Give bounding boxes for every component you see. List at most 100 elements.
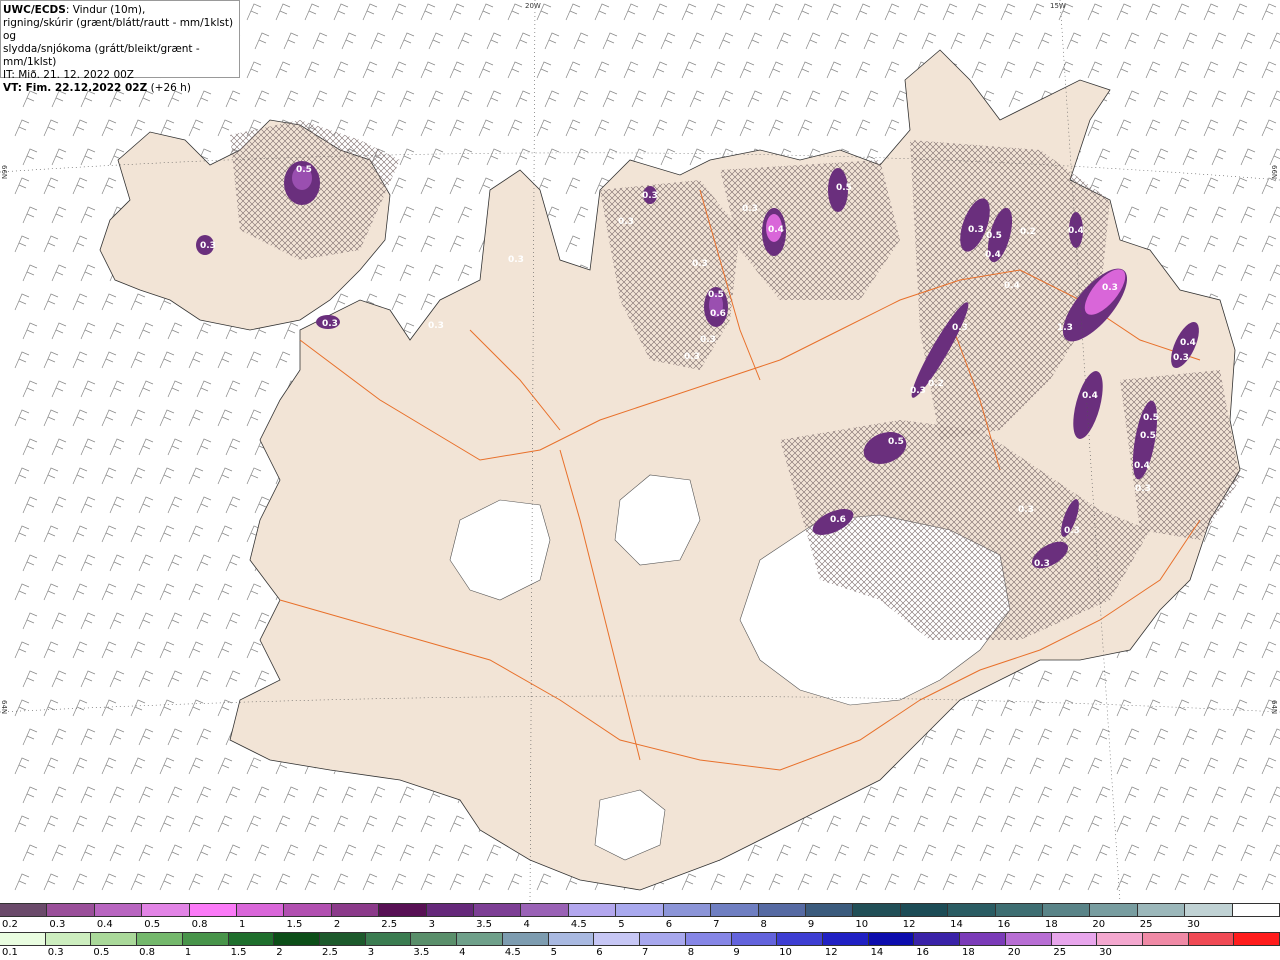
snow-value-label: 0.3	[428, 321, 444, 331]
colorbar-swatch	[568, 904, 617, 916]
colorbar-swatch	[1097, 933, 1143, 945]
colorbar-swatch	[331, 904, 380, 916]
snow-value-label: 0.3	[910, 386, 926, 396]
colorbar-swatch	[45, 933, 92, 945]
colorbar-swatch	[995, 904, 1043, 916]
colorbar-swatch	[900, 904, 949, 916]
colorbar-tick-label: 6	[665, 919, 673, 930]
snow-value-label: 0.3	[968, 225, 984, 235]
colorbar-swatch	[640, 933, 686, 945]
snow-value-label: 0.3	[952, 323, 968, 333]
colorbar-tick-label: 25	[1053, 947, 1067, 958]
colorbar-tick-label: 18	[962, 947, 975, 958]
snow-value-label: 0.3	[618, 217, 634, 227]
colorbar-swatch	[1232, 904, 1280, 916]
colorbar-swatch	[474, 904, 522, 916]
colorbar-tick-label: 9	[733, 947, 740, 958]
colorbar-swatch	[1142, 933, 1189, 945]
lat-label-64n-right: 64N	[1270, 700, 1278, 714]
snow-value-label: 0.4	[768, 225, 784, 235]
legend-init-time: IT: Mið. 21. 12. 2022 00Z	[3, 69, 134, 81]
colorbar-swatch	[521, 904, 569, 916]
colorbar-tick-label: 3.5	[413, 947, 430, 958]
legend-lead-time: (+26 h)	[147, 82, 191, 94]
lon-label-15w: 15W	[1050, 2, 1066, 10]
snow-value-label: 0.3	[642, 191, 658, 201]
colorbar-swatch	[320, 933, 366, 945]
colorbar-swatch	[1051, 933, 1098, 945]
colorbar-tick-label: 1.5	[286, 919, 303, 930]
lat-label-66n-right: 66N	[1270, 165, 1278, 179]
colorbar-swatch	[616, 904, 664, 916]
snow-value-label: 0.5	[888, 437, 904, 447]
legend-line3: slydda/snjókoma (grátt/bleikt/grænt - mm…	[3, 43, 200, 68]
colorbar-tick-label: 0.3	[47, 947, 64, 958]
colorbar-swatch	[137, 933, 183, 945]
colorbar-swatch	[1185, 904, 1233, 916]
colorbar-swatch	[805, 904, 854, 916]
colorbar-tick-label: 1.5	[230, 947, 247, 958]
colorbar-swatch	[457, 933, 503, 945]
colorbar-swatch	[237, 904, 285, 916]
colorbar-tick-label: 0.8	[139, 947, 156, 958]
colorbar-swatch	[594, 933, 641, 945]
legend-valid-time: VT: Fim. 22.12.2022 02Z	[3, 82, 148, 94]
colorbar-swatch	[914, 933, 961, 945]
colorbar-swatch	[1090, 904, 1138, 916]
colorbar-swatch	[0, 904, 48, 916]
snow-value-label: 0.3	[700, 335, 716, 345]
colorbar-swatch	[1234, 933, 1280, 945]
snow-value-label: 0.5	[708, 290, 724, 300]
colorbar-snow	[0, 903, 1280, 917]
snow-value-label: 0.4	[1180, 338, 1196, 348]
colorbar-swatch	[365, 933, 412, 945]
colorbar-swatch	[94, 904, 143, 916]
snow-value-label: 1.3	[1057, 323, 1073, 333]
colorbar-swatch	[502, 933, 549, 945]
snow-value-label: 0.5	[836, 183, 852, 193]
colorbar-swatch	[228, 933, 275, 945]
snow-value-label: 0.3	[684, 352, 700, 362]
colorbar-tick-label: 7	[713, 919, 720, 930]
colorbar-tick-label: 3	[428, 919, 436, 930]
colorbar-tick-label: 12	[824, 947, 838, 958]
snow-value-label: 0.5	[1143, 413, 1159, 423]
colorbar-tick-label: 8	[760, 919, 767, 930]
colorbar-tick-label: 16	[916, 947, 930, 958]
map-legend: UWC/ECDS: Vindur (10m), rigning/skúrir (…	[0, 0, 240, 94]
colorbar-tick-label: 2.5	[322, 947, 338, 958]
snow-value-label: 0.3	[742, 204, 758, 214]
colorbar-tick-label: 1	[184, 947, 192, 958]
colorbar-tick-label: 3.5	[476, 919, 492, 930]
colorbar-swatch	[948, 904, 996, 916]
colorbar-swatch	[711, 904, 759, 916]
snow-value-label: 0.3	[322, 319, 338, 329]
snow-value-label: 0.3	[508, 255, 524, 265]
colorbar-tick-label: 6	[596, 947, 603, 958]
colorbar-tick-label: 30	[1099, 947, 1112, 958]
snow-value-label: 0.3	[1018, 505, 1034, 515]
colorbar-tick-label: 16	[997, 919, 1011, 930]
snow-value-label: 0.3	[1173, 353, 1189, 363]
colorbar-swatch	[777, 933, 823, 945]
colorbar-tick-label: 0.5	[144, 919, 161, 930]
snow-value-label: 0.3	[1135, 484, 1151, 494]
colorbar-tick-label: 0.1	[2, 947, 18, 958]
colorbar-tick-label: 14	[950, 919, 963, 930]
colorbar-swatch	[663, 904, 712, 916]
colorbar-swatch	[548, 933, 595, 945]
weather-map: 20W 15W 66N 66N 64N 64N 0.50.30.30.30.30…	[0, 0, 1280, 902]
snow-value-label: 0.5	[296, 165, 312, 175]
snow-value-label: 0.6	[710, 309, 726, 319]
colorbar-swatch	[189, 904, 238, 916]
colorbar-tick-label: 5	[550, 947, 557, 958]
colorbar-swatch	[868, 933, 915, 945]
colorbar-tick-label: 0.8	[191, 919, 208, 930]
colorbar-swatch	[731, 933, 778, 945]
snow-value-label: 0.4	[1068, 226, 1084, 236]
snow-value-label: 0.4	[1134, 461, 1150, 471]
colorbar-swatch	[142, 904, 190, 916]
colorbar-tick-label: 2.5	[381, 919, 398, 930]
lon-label-20w: 20W	[525, 2, 541, 10]
colorbar-tick-label: 10	[779, 947, 792, 958]
